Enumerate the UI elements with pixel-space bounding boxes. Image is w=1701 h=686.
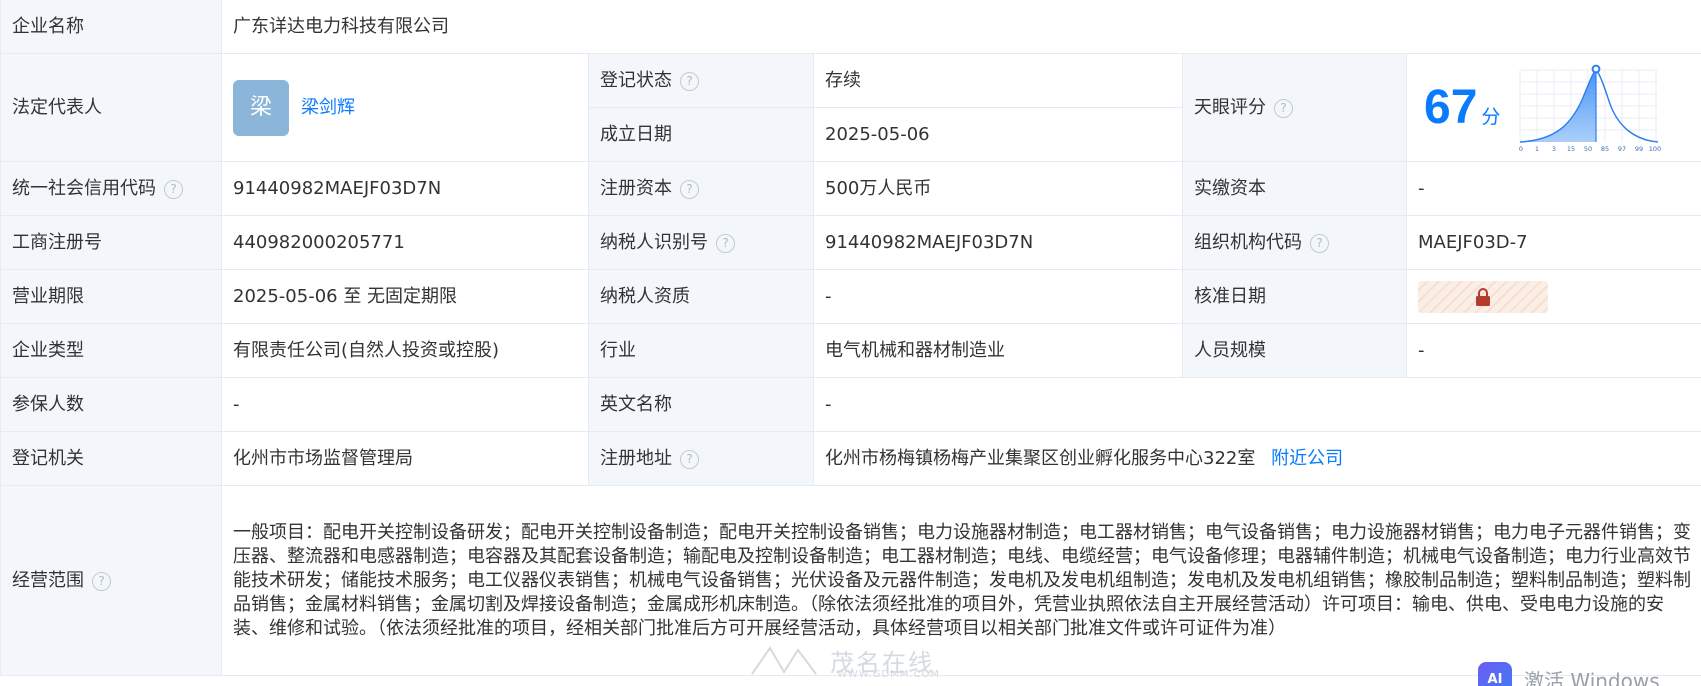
activate-windows-text: 激活 Windows <box>1524 668 1660 686</box>
avatar[interactable]: 梁 <box>233 79 289 136</box>
approve-date-label: 核准日期 <box>1182 269 1407 324</box>
paid-capital-label: 实缴资本 <box>1182 161 1407 216</box>
score-distribution-chart: 0 1 3 15 50 85 97 99 100 <box>1519 64 1662 152</box>
chart-tick-label: 100 <box>1649 145 1661 152</box>
chart-tick-label: 0 <box>1519 145 1523 152</box>
company-info-page: 企业名称 广东详达电力科技有限公司 法定代表人 梁 梁剑辉 登记状态? 存续 天… <box>0 0 1701 686</box>
help-icon[interactable]: ? <box>1274 98 1293 118</box>
taxpayer-id-value: 91440982MAEJF03D7N <box>813 215 1183 270</box>
org-code-value: MAEJF03D-7 <box>1405 215 1701 270</box>
paid-capital-value: - <box>1405 161 1701 216</box>
chart-tick-label: 50 <box>1584 145 1592 152</box>
industry-label: 行业 <box>588 323 814 378</box>
biz-scope-label-cell: 经营范围? <box>0 485 222 676</box>
help-icon[interactable]: ? <box>680 449 699 469</box>
tianyan-score-label-cell: 天眼评分? <box>1182 53 1407 162</box>
row-biz-reg-no: 工商注册号 440982000205771 纳税人识别号? 91440982MA… <box>0 215 1701 270</box>
tianyan-score-number: 67 <box>1424 80 1478 134</box>
biz-reg-no-label: 工商注册号 <box>0 215 222 270</box>
watermark-logo-icon <box>751 645 817 675</box>
credit-code-value: 91440982MAEJF03D7N <box>221 161 589 216</box>
tianyan-score-label: 天眼评分 <box>1194 96 1266 118</box>
company-type-value: 有限责任公司(自然人投资或控股) <box>221 323 589 378</box>
taxpayer-id-label-cell: 纳税人识别号? <box>588 215 814 270</box>
reg-address-label: 注册地址 <box>600 447 672 469</box>
legal-rep-label: 法定代表人 <box>0 53 222 162</box>
locked-content-button[interactable] <box>1418 280 1548 313</box>
reg-address-cell: 化州市杨梅镇杨梅产业集聚区创业孵化服务中心322室 附近公司 <box>812 431 1701 486</box>
staff-size-value: - <box>1405 323 1701 378</box>
company-info-table: 企业名称 广东详达电力科技有限公司 法定代表人 梁 梁剑辉 登记状态? 存续 天… <box>0 0 1701 676</box>
row-credit-code: 统一社会信用代码? 91440982MAEJF03D7N 注册资本? 500万人… <box>0 161 1701 216</box>
help-icon[interactable]: ? <box>716 233 735 253</box>
nearby-companies-link[interactable]: 附近公司 <box>1271 448 1343 469</box>
score-marker-dot <box>1592 64 1601 73</box>
credit-code-label-cell: 统一社会信用代码? <box>0 161 222 216</box>
chart-tick-label: 15 <box>1567 145 1575 152</box>
legal-rep-name-link[interactable]: 梁剑辉 <box>301 96 355 120</box>
row-legal-status: 法定代表人 梁 梁剑辉 登记状态? 存续 天眼评分? 67 分 0 1 3 15… <box>0 53 1701 162</box>
chart-tick-label: 99 <box>1635 145 1643 152</box>
activate-windows-notice: AI 激活 Windows <box>1478 662 1660 686</box>
reg-address-value: 化州市杨梅镇杨梅产业集聚区创业孵化服务中心322室 <box>825 447 1256 469</box>
chart-tick-label: 1 <box>1535 145 1539 152</box>
reg-capital-label: 注册资本 <box>600 177 672 199</box>
reg-capital-label-cell: 注册资本? <box>588 161 814 216</box>
help-icon[interactable]: ? <box>164 179 183 199</box>
company-type-label: 企业类型 <box>0 323 222 378</box>
chart-tick-label: 85 <box>1601 145 1609 152</box>
reg-authority-value: 化州市市场监督管理局 <box>221 431 589 486</box>
staff-size-label: 人员规模 <box>1182 323 1407 378</box>
reg-capital-value: 500万人民币 <box>813 161 1183 216</box>
chart-tick-label: 97 <box>1618 145 1626 152</box>
row-insured-count: 参保人数 - 英文名称 - <box>0 377 1701 432</box>
credit-code-label: 统一社会信用代码 <box>12 177 156 199</box>
org-code-label-cell: 组织机构代码? <box>1182 215 1407 270</box>
biz-scope-value: 一般项目：配电开关控制设备研发；配电开关控制设备制造；配电开关控制设备销售；电力… <box>220 485 1701 676</box>
reg-status-value: 存续 <box>813 53 1183 108</box>
biz-term-label: 营业期限 <box>0 269 222 324</box>
help-icon[interactable]: ? <box>680 179 699 199</box>
row-company-type: 企业类型 有限责任公司(自然人投资或控股) 行业 电气机械和器材制造业 人员规模… <box>0 323 1701 378</box>
approve-date-cell <box>1405 269 1701 324</box>
taxpayer-id-label: 纳税人识别号 <box>600 231 708 253</box>
chart-tick-label: 3 <box>1552 145 1556 152</box>
found-date-label: 成立日期 <box>588 107 814 162</box>
industry-value: 电气机械和器材制造业 <box>813 323 1183 378</box>
biz-reg-no-value: 440982000205771 <box>221 215 589 270</box>
row-company-name: 企业名称 广东详达电力科技有限公司 <box>0 0 1701 54</box>
tianyan-score-cell[interactable]: 67 分 0 1 3 15 50 85 97 99 100 <box>1405 53 1701 162</box>
english-name-label: 英文名称 <box>588 377 814 432</box>
biz-scope-label: 经营范围 <box>12 569 84 591</box>
company-name-value: 广东详达电力科技有限公司 <box>220 0 1701 54</box>
row-biz-term: 营业期限 2025-05-06 至 无固定期限 纳税人资质 - 核准日期 <box>0 269 1701 324</box>
help-icon[interactable]: ? <box>680 71 699 91</box>
reg-status-label: 登记状态 <box>600 69 672 91</box>
org-code-label: 组织机构代码 <box>1194 231 1302 253</box>
watermark-subtext: WWW.GDMM.COM <box>837 669 941 680</box>
insured-count-value: - <box>221 377 589 432</box>
help-icon[interactable]: ? <box>92 571 111 591</box>
biz-term-value: 2025-05-06 至 无固定期限 <box>221 269 589 324</box>
lock-icon <box>1476 287 1490 306</box>
row-reg-authority: 登记机关 化州市市场监督管理局 注册地址? 化州市杨梅镇杨梅产业集聚区创业孵化服… <box>0 431 1701 486</box>
reg-address-label-cell: 注册地址? <box>588 431 814 486</box>
legal-rep-cell: 梁 梁剑辉 <box>221 53 589 162</box>
insured-count-label: 参保人数 <box>0 377 222 432</box>
company-name-label: 企业名称 <box>0 0 222 54</box>
help-icon[interactable]: ? <box>1310 233 1329 253</box>
site-watermark: 茂名在线 WWW.GDMM.COM <box>750 643 939 680</box>
english-name-value: - <box>812 377 1701 432</box>
found-date-value: 2025-05-06 <box>813 107 1183 162</box>
tianyan-score-unit: 分 <box>1481 105 1501 128</box>
reg-authority-label: 登记机关 <box>0 431 222 486</box>
ai-badge-icon[interactable]: AI <box>1478 662 1512 686</box>
taxpayer-qual-label: 纳税人资质 <box>588 269 814 324</box>
taxpayer-qual-value: - <box>813 269 1183 324</box>
reg-status-label-cell: 登记状态? <box>588 53 814 108</box>
